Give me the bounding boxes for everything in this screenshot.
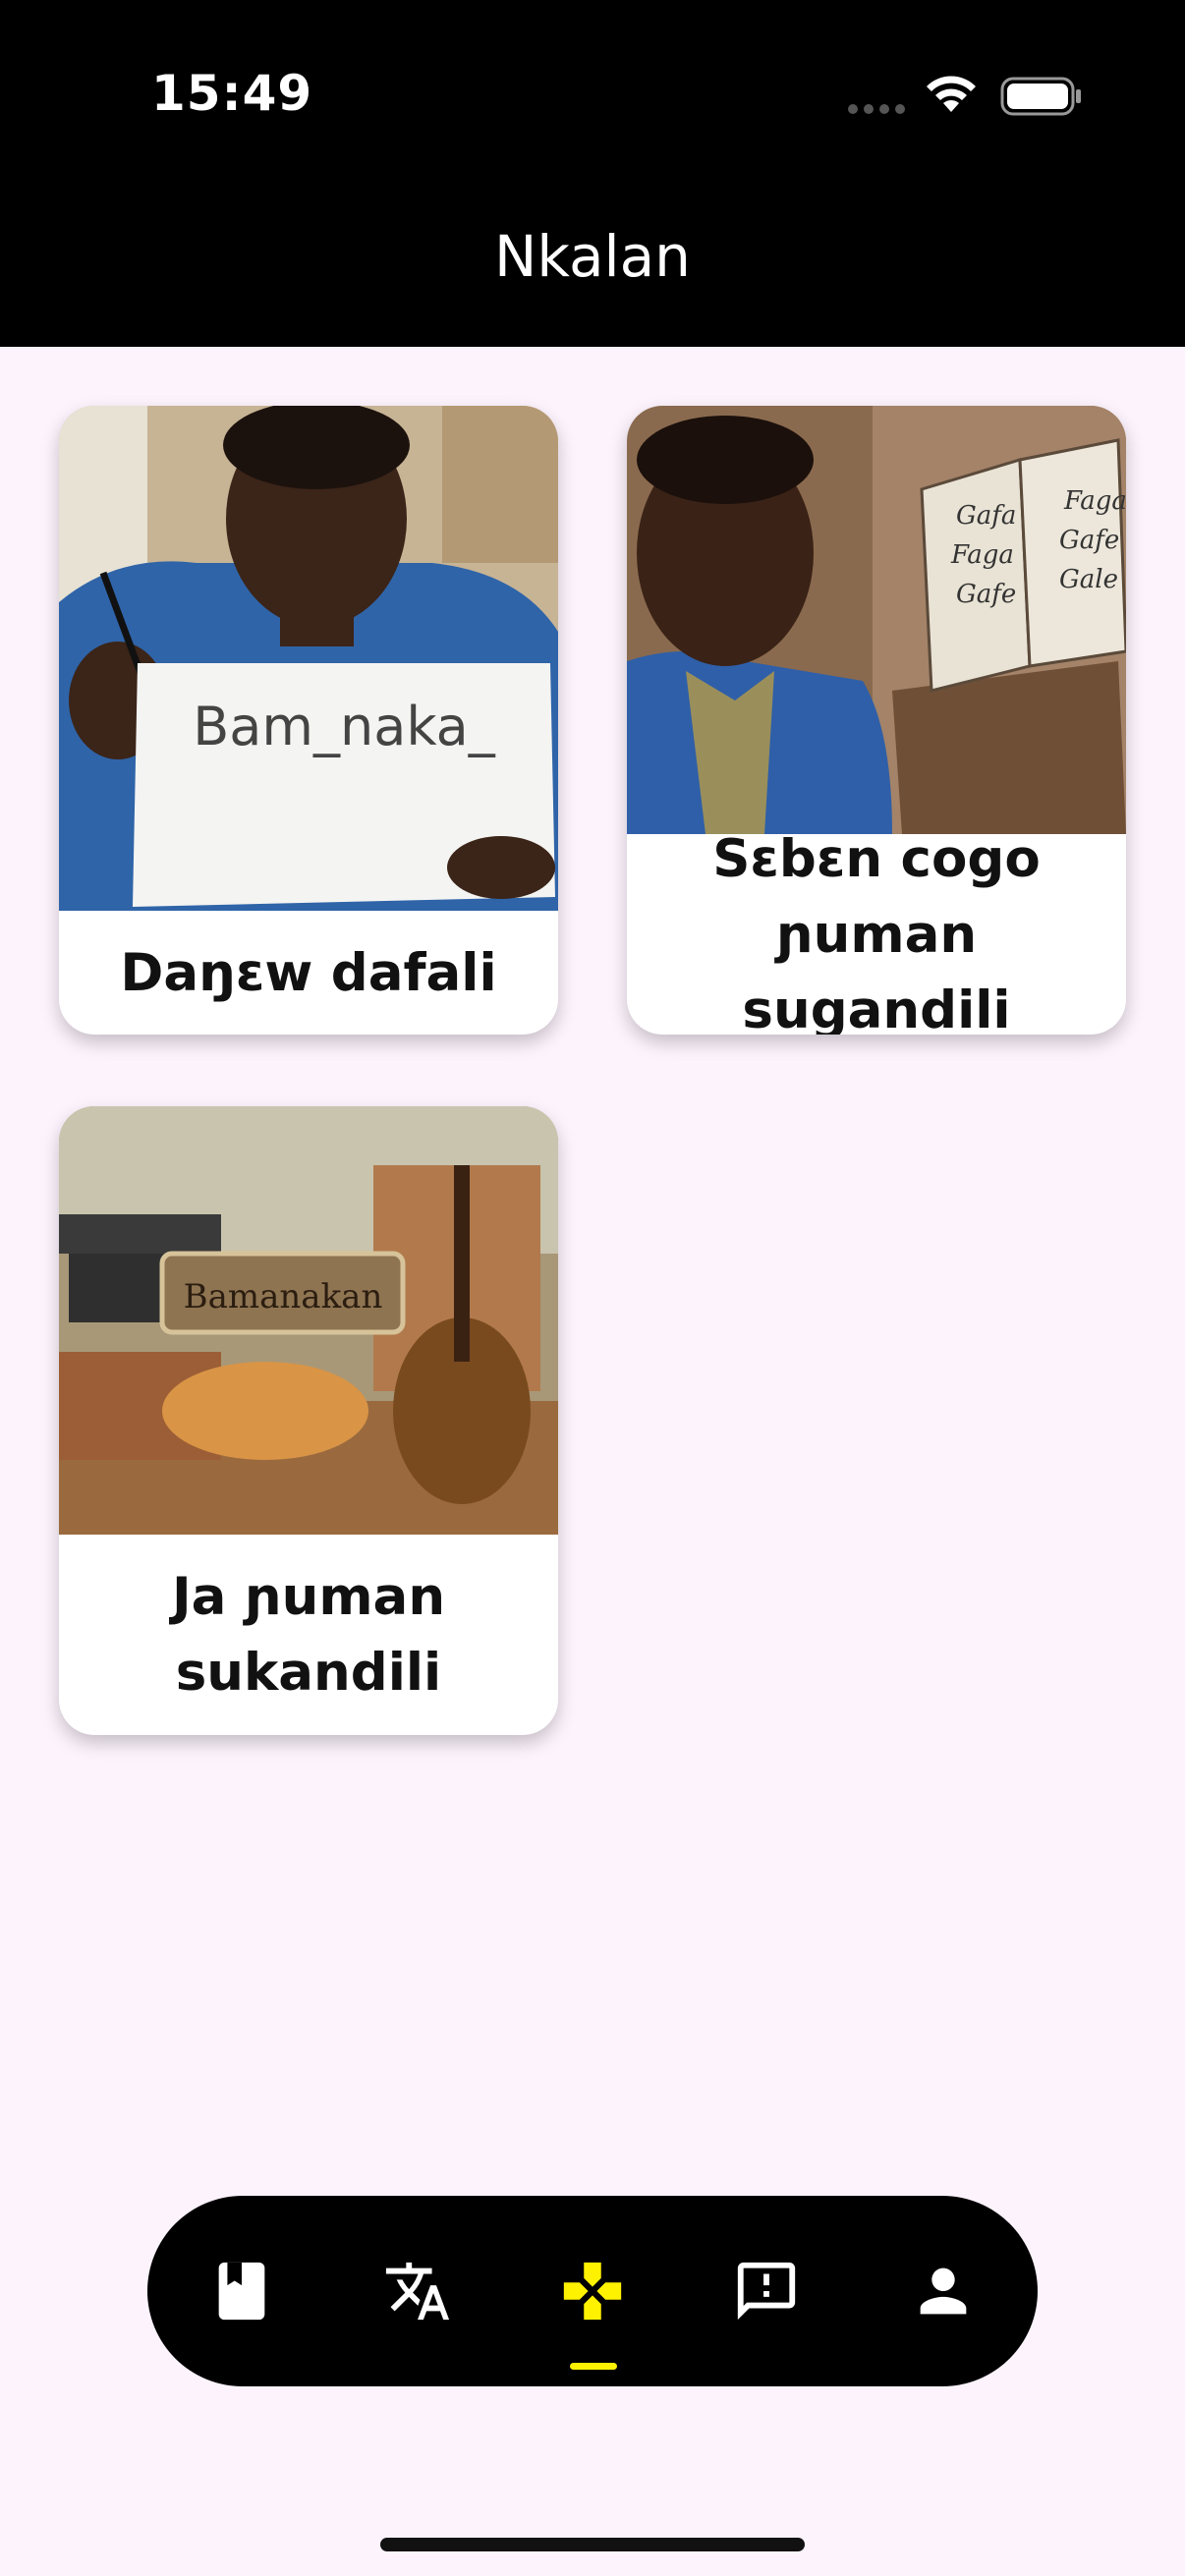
plaque-text: Bamanakan xyxy=(184,1277,383,1316)
nav-item-profile[interactable] xyxy=(884,2196,1002,2386)
card-image-writing: Bam_naka_ xyxy=(59,406,558,911)
card-label: Daŋɛw dafali xyxy=(120,942,497,1003)
nav-item-games[interactable] xyxy=(534,2196,651,2386)
lesson-card-reading[interactable]: Gafa Faga Gafe Faga Gafe Gale Sɛbɛn cogo… xyxy=(627,406,1126,1035)
lesson-card-writing[interactable]: Bam_naka_ Daŋɛw dafali xyxy=(59,406,558,1035)
card-image-caption: Bam_naka_ xyxy=(193,696,495,757)
translate-icon xyxy=(385,2262,450,2321)
status-time: 15:49 xyxy=(151,65,313,122)
book-page-text-3: Gafe xyxy=(956,580,1016,609)
page-title: Nkalan xyxy=(494,223,691,290)
book-page-text-4: Faga xyxy=(1063,486,1126,516)
nav-item-translate[interactable] xyxy=(359,2196,477,2386)
bottom-navigation-bar xyxy=(147,2196,1038,2386)
app-header: 15:49 Nkalan xyxy=(0,0,1185,347)
wifi-icon xyxy=(927,76,976,112)
gamepad-icon xyxy=(563,2262,622,2321)
nav-item-lessons[interactable] xyxy=(183,2196,301,2386)
book-page-text-5: Gafe xyxy=(1059,526,1119,555)
card-image-listening: Bamanakan xyxy=(59,1106,558,1535)
lesson-card-listening[interactable]: Bamanakan Ja ɲuman sukandili xyxy=(59,1106,558,1735)
nav-item-feedback[interactable] xyxy=(707,2196,825,2386)
cellular-signal-icon xyxy=(848,104,905,114)
book-icon xyxy=(218,2262,265,2321)
book-page-text-6: Gale xyxy=(1059,565,1118,594)
book-page-text-2: Faga xyxy=(950,540,1014,570)
person-icon xyxy=(920,2268,967,2315)
card-label: Sɛbɛn cogo ɲuman sugandili xyxy=(712,828,1041,1036)
book-page-text-1: Gafa xyxy=(956,501,1016,531)
card-label: Ja ɲuman sukandili xyxy=(171,1567,446,1703)
feedback-icon xyxy=(737,2262,796,2321)
card-image-reading: Gafa Faga Gafe Faga Gafe Gale xyxy=(627,406,1126,834)
active-tab-indicator xyxy=(570,2363,617,2370)
home-indicator[interactable] xyxy=(380,2538,805,2551)
battery-icon xyxy=(1000,77,1081,116)
